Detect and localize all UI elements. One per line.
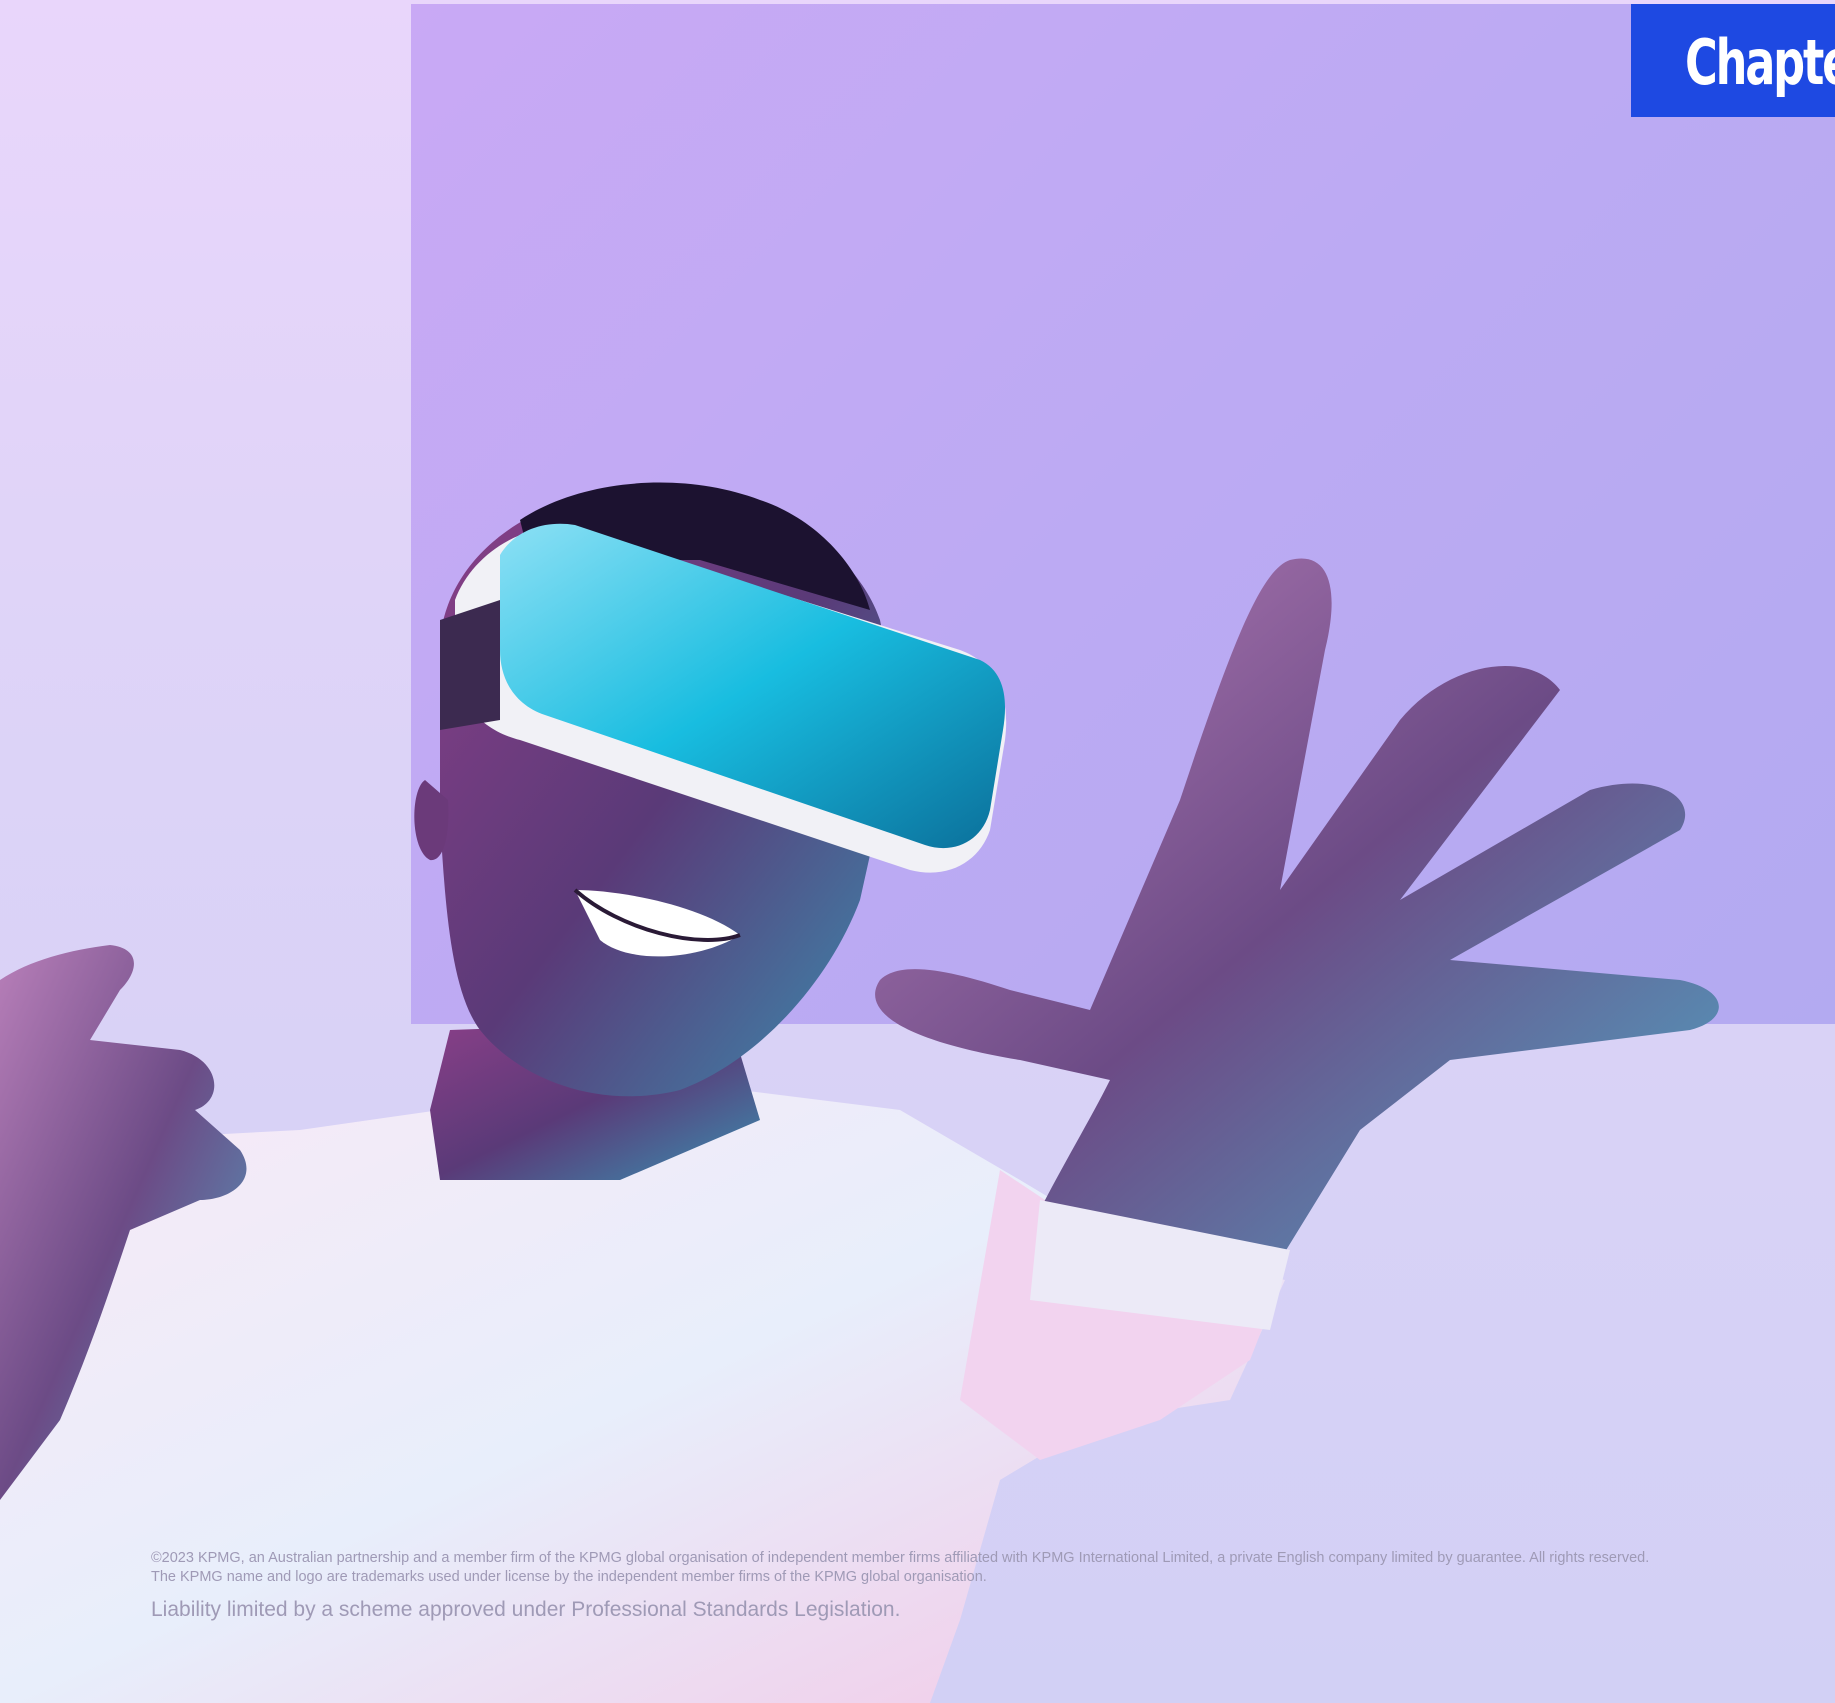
chapter-tab[interactable]: Chapte [1631, 4, 1835, 117]
chapter-label: Chapte [1685, 26, 1835, 99]
liability-statement: Liability limited by a scheme approved u… [151, 1598, 901, 1621]
copyright-line-1: ©2023 KPMG, an Australian partnership an… [151, 1550, 1650, 1566]
legal-footer: ©2023 KPMG, an Australian partnership an… [151, 1549, 1791, 1623]
copyright-line-2: The KPMG name and logo are trademarks us… [151, 1569, 987, 1585]
vr-person-photo [0, 482, 1719, 1703]
